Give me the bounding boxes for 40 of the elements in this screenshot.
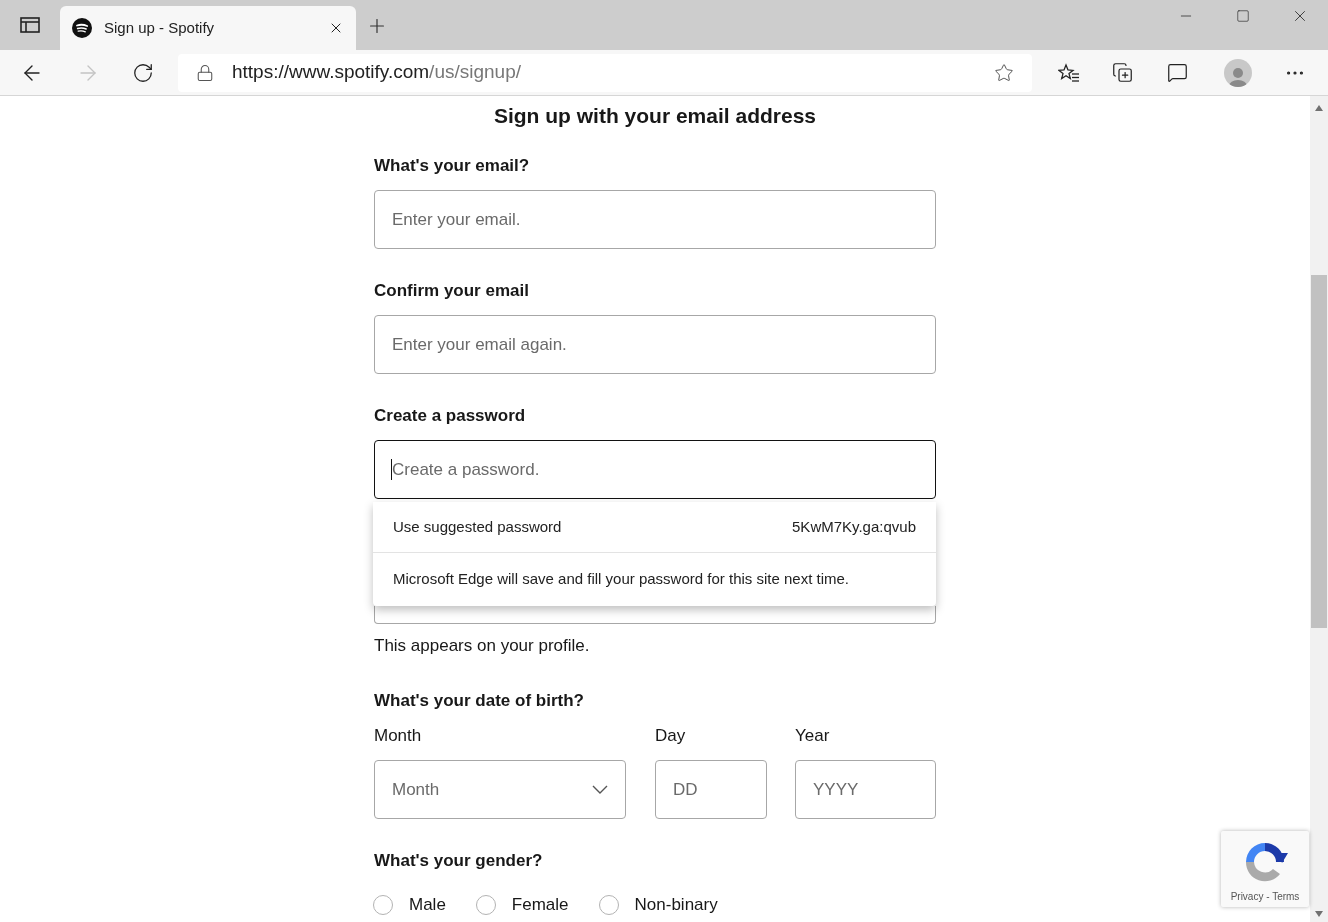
reload-icon[interactable]	[132, 61, 154, 84]
input-field[interactable]: Enter your email.	[374, 190, 936, 249]
hint-text: This appears on your profile.	[374, 635, 591, 657]
field-label: Month	[374, 725, 423, 747]
suggested-password-option[interactable]: Use suggested password 5KwM7Ky.ga:qvub	[373, 502, 936, 553]
radio-button[interactable]	[598, 894, 619, 915]
month-select[interactable]: Month	[374, 760, 626, 819]
address-field[interactable]: https://www.spotify.com/us/signup/	[178, 53, 1032, 92]
input-field[interactable]: Enter your email again.	[374, 315, 936, 374]
field-label: Create a password	[374, 405, 527, 427]
input-field[interactable]: Create a password.	[374, 440, 936, 499]
scroll-up-icon[interactable]	[1314, 104, 1324, 112]
spotify-logo-icon	[72, 18, 92, 38]
radio-label: Female	[511, 894, 569, 916]
field-label: Confirm your email	[374, 280, 530, 302]
field-label: Year	[795, 725, 831, 747]
input-field[interactable]: YYYY	[795, 760, 936, 819]
url-text: https://www.spotify.com/us/signup/	[232, 60, 522, 85]
avatar-icon[interactable]	[1224, 58, 1252, 87]
field-label: Day	[655, 725, 687, 747]
field-label: What's your gender?	[374, 850, 544, 872]
popup-note: Microsoft Edge will save and fill your password for this site next time.	[392, 569, 850, 590]
text-caret	[391, 459, 392, 480]
radio-label: Male	[409, 894, 446, 916]
tab-title: Sign up - Spotify	[104, 17, 216, 38]
page-heading: Sign up with your email address	[492, 103, 818, 129]
browser-tab[interactable]: Sign up - Spotify	[60, 6, 356, 50]
input-field[interactable]: DD	[655, 760, 767, 819]
radio-label: Non-binary	[634, 894, 718, 916]
star-icon[interactable]	[994, 62, 1014, 83]
input-field[interactable]	[374, 606, 936, 624]
field-label: What's your date of birth?	[374, 690, 585, 712]
scroll-down-icon[interactable]	[1314, 910, 1324, 918]
privacy-terms-links[interactable]: Privacy - Terms	[1230, 889, 1300, 904]
feedback-icon[interactable]	[1167, 62, 1188, 83]
chevron-down-icon	[592, 785, 608, 794]
collections-icon[interactable]	[1112, 62, 1133, 83]
favorites-icon[interactable]	[1058, 62, 1080, 83]
field-label: What's your email?	[374, 155, 531, 177]
lock-icon	[196, 63, 214, 82]
